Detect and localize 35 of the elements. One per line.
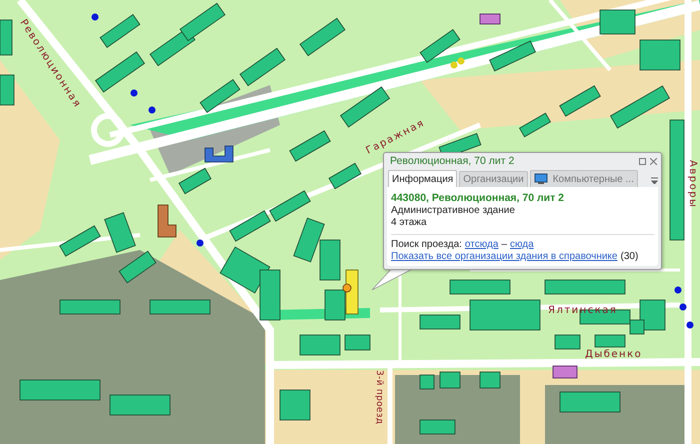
popup-title: Революционная, 70 лит 2 <box>390 155 514 167</box>
floors-text: 4 этажа <box>391 217 428 229</box>
stop-marker-icon[interactable] <box>130 90 138 96</box>
roundabout <box>91 113 125 147</box>
street-label: Авроры <box>687 160 698 208</box>
building[interactable] <box>158 204 176 238</box>
minimize-button[interactable] <box>639 158 646 164</box>
building-type-text: Административное здание <box>391 205 516 217</box>
popup-tab[interactable]: Информация <box>388 170 458 187</box>
street-label: Ялтинская <box>548 305 618 316</box>
selected-building[interactable] <box>346 270 358 314</box>
route-from-link[interactable]: отсюда <box>464 239 498 251</box>
stop-marker-icon[interactable] <box>458 58 464 64</box>
address-text: 443080, Революционная, 70 лит 2 <box>391 192 565 205</box>
route-to-link[interactable]: сюда <box>510 239 534 251</box>
popup-tab[interactable]: Компьютерные ... <box>530 170 638 187</box>
location-marker-icon[interactable] <box>342 284 352 292</box>
popup-tab[interactable]: Организации <box>459 171 528 187</box>
more-tabs-icon[interactable] <box>651 177 658 187</box>
stop-marker-icon[interactable] <box>450 62 458 68</box>
stop-marker-icon[interactable] <box>148 106 156 114</box>
show-all-link[interactable]: Показать все организации здания в справочнике <box>391 251 618 263</box>
count-text: (30) <box>620 251 638 263</box>
computer-icon <box>534 173 548 185</box>
stop-marker-icon[interactable] <box>674 286 682 294</box>
stop-marker-icon[interactable] <box>686 322 694 328</box>
street-label: Дыбенко <box>585 349 642 360</box>
stop-marker-icon[interactable] <box>196 240 204 246</box>
route-separator: – <box>501 239 507 251</box>
street-label: 3-й проезд <box>374 370 384 424</box>
close-button[interactable] <box>650 158 657 164</box>
stop-marker-icon[interactable] <box>92 14 98 20</box>
stop-marker-icon[interactable] <box>680 304 686 310</box>
route-label: Поиск проезда: <box>391 239 462 251</box>
building[interactable] <box>204 146 234 162</box>
